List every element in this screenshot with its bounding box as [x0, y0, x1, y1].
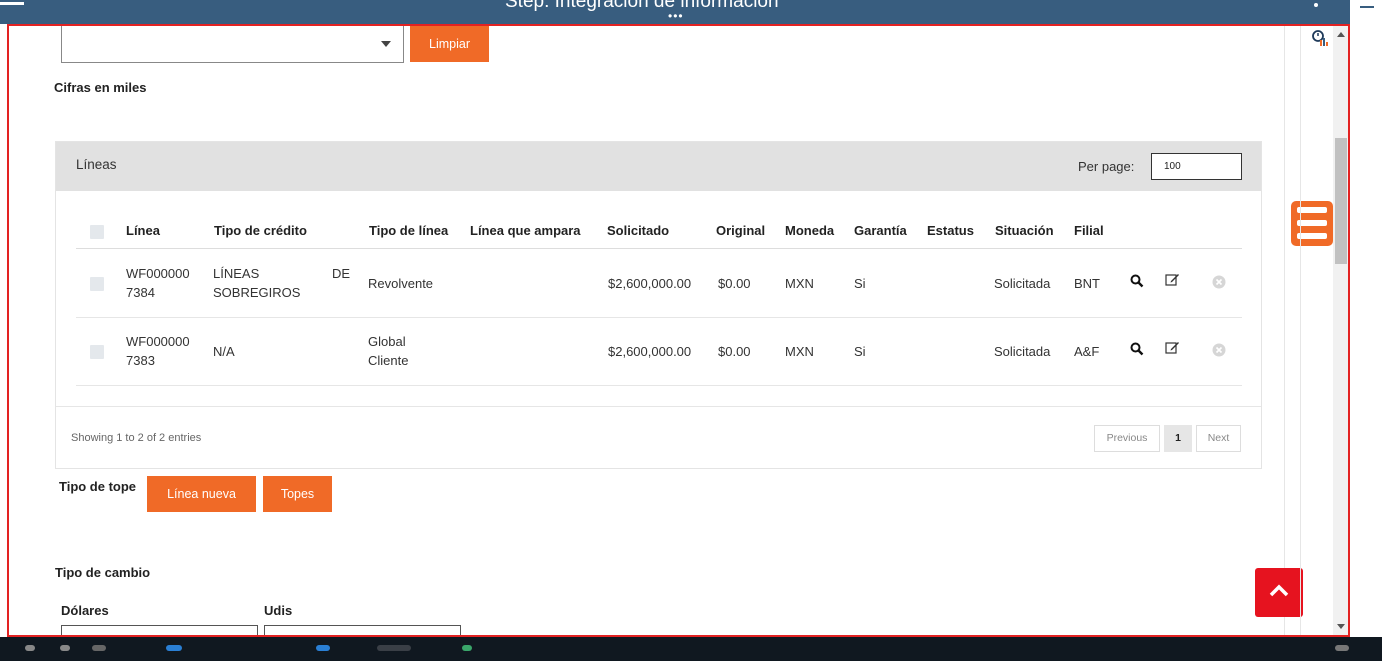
vertical-scrollbar[interactable] [1333, 26, 1348, 635]
taskbar-icon[interactable] [462, 645, 472, 651]
line-id: 7383 [126, 353, 155, 368]
situation: Solicitada [994, 344, 1051, 359]
column-header[interactable]: Filial [1074, 223, 1104, 238]
per-page-label: Per page: [1078, 159, 1135, 174]
edit-icon[interactable] [1165, 272, 1180, 286]
table-row: WF000000 7383 N/A Global Cliente $2,600,… [76, 318, 1242, 386]
amounts-note: Cifras en miles [54, 80, 147, 95]
new-line-button[interactable]: Línea nueva [147, 476, 256, 512]
hamburger-menu-icon[interactable] [1291, 201, 1333, 246]
more-horizontal-icon[interactable]: ••• [668, 10, 684, 22]
column-header[interactable]: Tipo de línea [369, 223, 448, 238]
currency: MXN [785, 276, 814, 291]
menu-icon[interactable] [0, 0, 30, 8]
guarantee: Si [854, 276, 866, 291]
per-page-input[interactable]: 100 [1151, 153, 1242, 180]
page-title: Step: Integración de información [505, 0, 779, 12]
line-id: WF000000 [126, 266, 190, 281]
minimize-icon[interactable] [1360, 6, 1374, 8]
taskbar-icon[interactable] [316, 645, 330, 651]
subsidiary: BNT [1074, 276, 1100, 291]
taskbar-icon[interactable] [1335, 645, 1349, 651]
line-type: Global [368, 334, 406, 349]
taskbar [0, 637, 1382, 661]
content-frame: Limpiar Cifras en miles Líneas Per page:… [7, 24, 1350, 637]
udis-label: Udis [264, 603, 293, 618]
credit-type: LÍNEAS [213, 266, 260, 281]
gutter-divider [1300, 26, 1301, 635]
table-row: WF000000 7384 LÍNEAS DE SOBREGIROS Revol… [76, 250, 1242, 318]
taskbar-icon[interactable] [377, 645, 411, 651]
row-checkbox[interactable] [90, 277, 104, 291]
lines-panel-header: Líneas Per page: 100 [56, 142, 1261, 191]
guarantee: Si [854, 344, 866, 359]
taskbar-icon[interactable] [25, 645, 35, 651]
row-checkbox[interactable] [90, 345, 104, 359]
remove-icon[interactable] [1212, 275, 1226, 289]
column-header[interactable]: Línea que ampara [470, 223, 581, 238]
column-header[interactable]: Garantía [854, 223, 907, 238]
column-header[interactable]: Moneda [785, 223, 834, 238]
scroll-top-button[interactable] [1255, 568, 1303, 617]
app-header: Step: Integración de información ••• [0, 0, 1350, 24]
remove-icon[interactable] [1212, 343, 1226, 357]
window-edge [1350, 0, 1382, 661]
caret-down-icon [381, 41, 391, 47]
chevron-up-icon [1269, 584, 1289, 597]
lines-panel-footer: Showing 1 to 2 of 2 entries Previous 1 N… [56, 406, 1261, 469]
clock-chart-icon[interactable] [1312, 28, 1328, 48]
dollars-label: Dólares [61, 603, 109, 618]
line-id: 7384 [126, 285, 155, 300]
udis-input[interactable] [264, 625, 461, 635]
taskbar-icon[interactable] [92, 645, 106, 651]
column-header[interactable]: Tipo de crédito [214, 223, 307, 238]
line-type: Revolvente [368, 276, 434, 291]
column-header[interactable]: Original [716, 223, 765, 238]
filter-select[interactable] [61, 26, 404, 63]
original-amount: $0.00 [718, 276, 751, 291]
situation: Solicitada [994, 276, 1051, 291]
lines-panel: Líneas Per page: 100 Línea Tipo de crédi… [55, 141, 1262, 469]
line-id: WF000000 [126, 334, 190, 349]
more-vertical-icon[interactable] [1312, 0, 1320, 10]
search-icon[interactable] [1130, 274, 1144, 288]
requested-amount: $2,600,000.00 [608, 276, 692, 291]
original-amount: $0.00 [718, 344, 751, 359]
line-type: Cliente [368, 353, 409, 368]
clear-button[interactable]: Limpiar [410, 26, 489, 62]
dollars-input[interactable] [61, 625, 258, 635]
subsidiary: A&F [1074, 344, 1100, 359]
column-header[interactable]: Estatus [927, 223, 974, 238]
taskbar-icon[interactable] [60, 645, 70, 651]
taskbar-icon[interactable] [166, 645, 182, 651]
main-content: Limpiar Cifras en miles Líneas Per page:… [9, 26, 1333, 635]
requested-amount: $2,600,000.00 [608, 344, 692, 359]
currency: MXN [785, 344, 814, 359]
scroll-up-arrow[interactable] [1337, 32, 1345, 37]
credit-type: N/A [213, 344, 235, 359]
exchange-rate-title: Tipo de cambio [55, 565, 151, 580]
page-1-button[interactable]: 1 [1164, 425, 1192, 452]
search-icon[interactable] [1130, 342, 1144, 356]
scrollbar-thumb[interactable] [1335, 138, 1347, 264]
column-header[interactable]: Solicitado [607, 223, 669, 238]
previous-page-button[interactable]: Previous [1094, 425, 1160, 452]
table-header: Línea Tipo de crédito Tipo de línea Líne… [76, 219, 1242, 249]
scroll-down-arrow[interactable] [1337, 624, 1345, 629]
column-header[interactable]: Situación [995, 223, 1054, 238]
select-all-checkbox[interactable] [90, 225, 104, 239]
lines-panel-title: Líneas [76, 157, 117, 172]
entries-info: Showing 1 to 2 of 2 entries [71, 432, 202, 444]
credit-type: DE [332, 266, 351, 281]
column-header[interactable]: Línea [126, 223, 160, 238]
credit-type: SOBREGIROS [213, 285, 301, 300]
tope-type-label: Tipo de tope [59, 479, 137, 494]
next-page-button[interactable]: Next [1196, 425, 1241, 452]
topes-button[interactable]: Topes [263, 476, 332, 512]
edit-icon[interactable] [1165, 340, 1180, 354]
